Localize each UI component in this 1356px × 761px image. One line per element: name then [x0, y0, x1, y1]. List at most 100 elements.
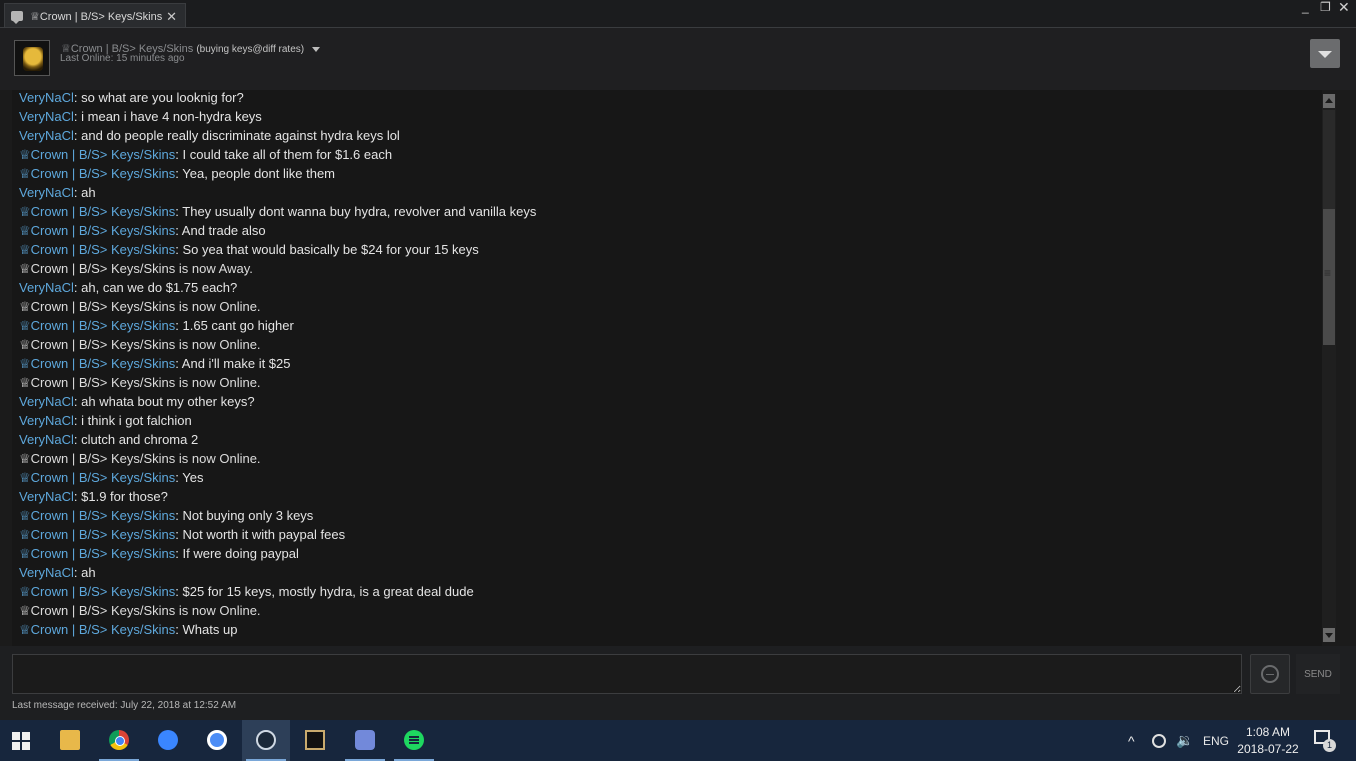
message-text: : $1.9 for those?: [73, 489, 168, 504]
message-sender[interactable]: ♕Crown | B/S> Keys/Skins: [19, 508, 175, 523]
file-explorer-icon: [60, 730, 80, 750]
message-sender[interactable]: ♕Crown | B/S> Keys/Skins: [19, 147, 175, 162]
message-text: : Whats up: [175, 622, 238, 637]
tray-chevron-up-icon[interactable]: ^: [1128, 720, 1135, 761]
message-text: : Yes: [175, 470, 204, 485]
chat-message: ♕Crown | B/S> Keys/Skins: They usually d…: [19, 204, 536, 222]
message-sender[interactable]: ♕Crown | B/S> Keys/Skins: [19, 470, 175, 485]
message-text: : ah: [73, 565, 96, 580]
message-text: : ah whata bout my other keys?: [73, 394, 255, 409]
tab-close-icon[interactable]: ✕: [166, 9, 177, 25]
status-notice-text: ♕Crown | B/S> Keys/Skins is now Away.: [19, 261, 253, 276]
status-notice-text: ♕Crown | B/S> Keys/Skins is now Online.: [19, 375, 261, 390]
status-notice-text: ♕Crown | B/S> Keys/Skins is now Online.: [19, 451, 261, 466]
scroll-track[interactable]: [1323, 110, 1335, 210]
message-sender[interactable]: ♕Crown | B/S> Keys/Skins: [19, 546, 175, 561]
scroll-down-button[interactable]: [1323, 628, 1335, 642]
message-sender[interactable]: ♕Crown | B/S> Keys/Skins: [19, 223, 175, 238]
chat-message: ♕Crown | B/S> Keys/Skins: Not buying onl…: [19, 508, 313, 526]
message-text: : And i'll make it $25: [175, 356, 291, 371]
taskbar-chrome[interactable]: [95, 720, 143, 761]
spotify-icon: [404, 730, 424, 750]
message-sender[interactable]: VeryNaCl: [19, 90, 74, 105]
status-notice-text: ♕Crown | B/S> Keys/Skins is now Online.: [19, 337, 261, 352]
message-text: : Yea, people dont like them: [175, 166, 336, 181]
language-indicator[interactable]: ENG: [1203, 720, 1229, 761]
taskbar-app[interactable]: [144, 720, 192, 761]
chat-message: VeryNaCl: $1.9 for those?: [19, 489, 168, 507]
chat-message: ♕Crown | B/S> Keys/Skins: Yes: [19, 470, 203, 488]
message-text: : i mean i have 4 non-hydra keys: [73, 109, 262, 124]
chat-message: ♕Crown | B/S> Keys/Skins: $25 for 15 key…: [19, 584, 474, 602]
action-center-button[interactable]: 1: [1314, 730, 1336, 752]
emoticon-icon: [1261, 665, 1279, 683]
message-sender[interactable]: ♕Crown | B/S> Keys/Skins: [19, 242, 175, 257]
chat-message: VeryNaCl: ah, can we do $1.75 each?: [19, 280, 237, 298]
clock-time: 1:08 AM: [1245, 725, 1291, 739]
start-button[interactable]: [0, 720, 48, 761]
message-sender[interactable]: ♕Crown | B/S> Keys/Skins: [19, 584, 175, 599]
last-message-received: Last message received: July 22, 2018 at …: [12, 700, 237, 711]
chat-message: VeryNaCl: i mean i have 4 non-hydra keys: [19, 109, 262, 127]
taskbar: ^ 🔉 ENG 1:08 AM 2018-07-22 1: [0, 720, 1356, 761]
league-of-legends-icon: [305, 730, 325, 750]
taskbar-file-explorer[interactable]: [46, 720, 94, 761]
message-sender[interactable]: VeryNaCl: [19, 185, 74, 200]
status-notice: ♕Crown | B/S> Keys/Skins is now Online.: [19, 375, 261, 393]
message-sender[interactable]: VeryNaCl: [19, 413, 74, 428]
message-sender[interactable]: ♕Crown | B/S> Keys/Skins: [19, 622, 175, 637]
scroll-up-button[interactable]: [1323, 94, 1335, 108]
message-text: : 1.65 cant go higher: [175, 318, 294, 333]
status-notice: ♕Crown | B/S> Keys/Skins is now Online.: [19, 451, 261, 469]
chat-message: ♕Crown | B/S> Keys/Skins: So yea that wo…: [19, 242, 479, 260]
tray-steam-icon[interactable]: [1152, 720, 1166, 761]
discord-icon: [355, 730, 375, 750]
chat-message: VeryNaCl: so what are you looknig for?: [19, 90, 244, 108]
options-dropdown-button[interactable]: [1310, 39, 1340, 68]
chat-message: ♕Crown | B/S> Keys/Skins: Whats up: [19, 622, 237, 640]
status-notice-text: ♕Crown | B/S> Keys/Skins is now Online.: [19, 603, 261, 618]
restore-button[interactable]: ❐: [1320, 0, 1331, 14]
message-sender[interactable]: VeryNaCl: [19, 394, 74, 409]
taskbar-discord[interactable]: [341, 720, 389, 761]
close-window-button[interactable]: ✕: [1338, 0, 1350, 16]
message-sender[interactable]: VeryNaCl: [19, 565, 74, 580]
message-text: : $25 for 15 keys, mostly hydra, is a gr…: [175, 584, 474, 599]
message-input[interactable]: [12, 654, 1242, 694]
taskbar-spotify[interactable]: [390, 720, 438, 761]
message-sender[interactable]: ♕Crown | B/S> Keys/Skins: [19, 318, 175, 333]
chevron-down-icon[interactable]: [312, 46, 321, 52]
message-text: : so what are you looknig for?: [73, 90, 244, 105]
minimize-button[interactable]: _: [1302, 0, 1309, 14]
avatar[interactable]: [14, 40, 50, 76]
message-sender[interactable]: VeryNaCl: [19, 432, 74, 447]
send-button[interactable]: SEND: [1296, 654, 1340, 694]
taskbar-app[interactable]: [193, 720, 241, 761]
message-text: : clutch and chroma 2: [73, 432, 199, 447]
message-sender[interactable]: ♕Crown | B/S> Keys/Skins: [19, 527, 175, 542]
app-icon: [207, 730, 227, 750]
volume-icon[interactable]: 🔉: [1176, 720, 1193, 761]
status-message: (buying keys@diff rates): [196, 44, 305, 55]
message-sender[interactable]: ♕Crown | B/S> Keys/Skins: [19, 204, 175, 219]
message-sender[interactable]: ♕Crown | B/S> Keys/Skins: [19, 356, 175, 371]
message-sender[interactable]: VeryNaCl: [19, 280, 74, 295]
scrollbar[interactable]: [1322, 94, 1336, 642]
clock[interactable]: 1:08 AM 2018-07-22: [1232, 724, 1304, 758]
chat-header: ♕Crown | B/S> Keys/Skins (buying keys@di…: [0, 28, 1356, 90]
scroll-thumb[interactable]: [1323, 209, 1335, 345]
message-sender[interactable]: VeryNaCl: [19, 109, 74, 124]
emoticon-button[interactable]: [1250, 654, 1290, 694]
message-text: : i think i got falchion: [73, 413, 192, 428]
chat-tab[interactable]: ♕Crown | B/S> Keys/Skins ✕: [4, 3, 186, 28]
chat-log[interactable]: VeryNaCl: so what are you looknig for? Ve…: [12, 90, 1322, 646]
message-sender[interactable]: ♕Crown | B/S> Keys/Skins: [19, 166, 175, 181]
chat-message: ♕Crown | B/S> Keys/Skins: I could take a…: [19, 147, 392, 165]
taskbar-steam[interactable]: [242, 720, 290, 761]
message-sender[interactable]: VeryNaCl: [19, 128, 74, 143]
chat-message: ♕Crown | B/S> Keys/Skins: And trade also: [19, 223, 266, 241]
taskbar-league-of-legends[interactable]: [291, 720, 339, 761]
message-sender[interactable]: VeryNaCl: [19, 489, 74, 504]
chat-message: ♕Crown | B/S> Keys/Skins: Yea, people do…: [19, 166, 335, 184]
steam-icon: [256, 730, 276, 750]
